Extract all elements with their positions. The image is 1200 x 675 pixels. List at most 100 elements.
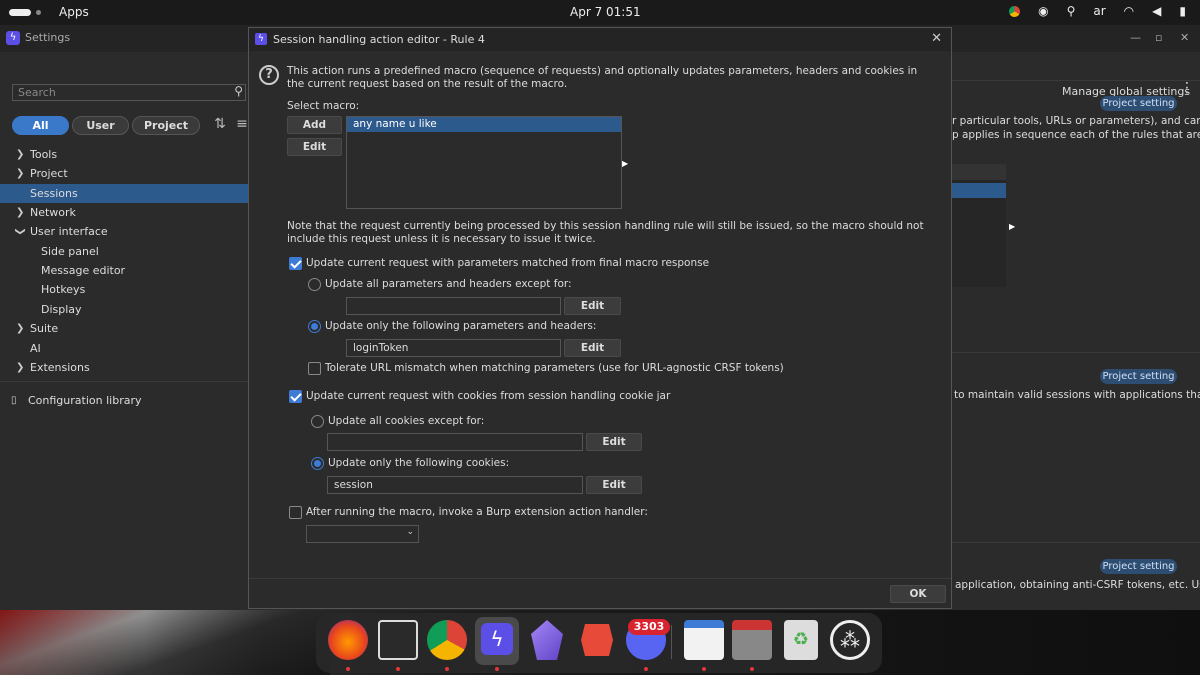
accessibility-icon[interactable]: ⚲ — [1067, 4, 1076, 18]
terminal-icon[interactable] — [378, 620, 418, 660]
trash-icon[interactable]: ♻ — [784, 620, 818, 660]
notification-badge: 3303 — [628, 619, 670, 635]
chrome-icon[interactable] — [427, 620, 467, 660]
update-params-label: Update current request with parameters m… — [306, 257, 710, 269]
tree-item-extensions[interactable]: ❯ Extensions — [0, 358, 248, 377]
chevron-right-icon: ❯ — [16, 323, 25, 334]
text-editor-icon[interactable] — [684, 620, 724, 660]
sidebar-divider — [0, 381, 248, 382]
chrome-icon[interactable] — [1009, 5, 1021, 17]
arrow-right-icon[interactable]: ▶ — [1009, 222, 1015, 231]
macro-note: Note that the request currently being pr… — [287, 220, 924, 245]
tree-item-side-panel[interactable]: Side panel — [0, 242, 248, 261]
extension-handler-checkbox[interactable] — [289, 506, 302, 519]
section-text: application, obtaining anti-CSRF tokens,… — [955, 579, 1200, 591]
cookies-only-radio[interactable] — [311, 457, 324, 470]
cookies-except-edit-button[interactable]: Edit — [586, 433, 642, 451]
params-except-edit-button[interactable]: Edit — [564, 297, 621, 315]
cookies-all-radio[interactable] — [311, 415, 324, 428]
update-params-checkbox[interactable] — [289, 257, 302, 270]
macro-list[interactable]: any name u like — [346, 116, 622, 209]
running-indicator — [495, 667, 499, 671]
tree-item-display[interactable]: Display — [0, 300, 248, 319]
burp-logo-icon: ϟ — [6, 31, 20, 45]
cookies-only-edit-button[interactable]: Edit — [586, 476, 642, 494]
search-icon[interactable]: ⚲ — [234, 84, 243, 99]
project-setting-badge: Project setting — [1100, 559, 1177, 574]
apps-button[interactable]: Apps — [59, 5, 89, 19]
configuration-library-link[interactable]: ▯ Configuration library — [0, 391, 248, 410]
tree-item-suite[interactable]: ❯ Suite — [0, 319, 248, 338]
wallpaper-art — [0, 610, 330, 675]
tree-item-network[interactable]: ❯ Network — [0, 203, 248, 222]
cookies-only-label: Update only the following cookies: — [328, 457, 510, 469]
rules-table[interactable] — [950, 164, 1006, 287]
running-indicator — [445, 667, 449, 671]
volume-icon[interactable]: ◀ — [1152, 4, 1161, 18]
tree-item-sessions[interactable]: Sessions — [0, 184, 248, 203]
dialog-description: This action runs a predefined macro (seq… — [287, 65, 918, 90]
list-item[interactable]: any name u like — [347, 117, 621, 132]
section-divider — [950, 352, 1200, 353]
discord-icon[interactable]: ◉ — [1038, 4, 1048, 18]
cookies-only-field[interactable]: session — [327, 476, 583, 494]
system-tray[interactable]: ◉ ⚲ ar ◠ ◀ ▮ — [1009, 4, 1186, 18]
cookies-except-field[interactable] — [327, 433, 583, 451]
tree-item-user-interface[interactable]: ❯ User interface — [0, 222, 248, 241]
section-text: p applies in sequence each of the rules … — [952, 129, 1200, 141]
more-options-icon[interactable]: ⋮ — [1180, 80, 1194, 96]
tree-item-message-editor[interactable]: Message editor — [0, 261, 248, 280]
search-input[interactable]: Search ⚲ — [12, 84, 246, 101]
table-row-selected[interactable] — [950, 183, 1006, 198]
scope-all-button[interactable]: All — [12, 116, 69, 135]
scope-user-button[interactable]: User — [72, 116, 129, 135]
dialog-titlebar: ϟ Session handling action editor - Rule … — [249, 28, 951, 51]
chevron-down-icon: ⌄ — [406, 527, 414, 537]
params-only-edit-button[interactable]: Edit — [564, 339, 621, 357]
params-except-field[interactable] — [346, 297, 561, 315]
update-cookies-label: Update current request with cookies from… — [306, 390, 671, 402]
extension-handler-label: After running the macro, invoke a Burp e… — [306, 506, 648, 518]
arrow-right-icon[interactable]: ▶ — [622, 159, 628, 168]
close-icon[interactable]: ✕ — [931, 31, 942, 46]
book-icon: ▯ — [11, 395, 17, 406]
firefox-icon[interactable] — [328, 620, 368, 660]
expand-all-icon[interactable]: ⇅ — [212, 116, 228, 134]
extension-handler-select[interactable]: ⌄ — [306, 525, 419, 543]
chevron-right-icon: ❯ — [16, 362, 25, 373]
clock[interactable]: Apr 7 01:51 — [570, 5, 641, 19]
keyboard-layout[interactable]: ar — [1093, 4, 1105, 18]
workspace-indicator[interactable] — [9, 9, 31, 16]
burp-suite-icon[interactable]: ϟ — [475, 617, 519, 665]
cookies-all-label: Update all cookies except for: — [328, 415, 485, 427]
help-icon[interactable]: ? — [259, 65, 279, 85]
edit-macro-button[interactable]: Edit — [287, 138, 342, 156]
tree-item-project[interactable]: ❯ Project — [0, 164, 248, 183]
xmind-icon[interactable] — [581, 624, 613, 656]
close-button[interactable]: ✕ — [1180, 31, 1189, 44]
params-only-radio[interactable] — [308, 320, 321, 333]
tree-item-tools[interactable]: ❯ Tools — [0, 145, 248, 164]
params-only-field[interactable]: loginToken — [346, 339, 561, 357]
show-apps-icon[interactable]: ⁂ — [830, 620, 870, 660]
maximize-button[interactable]: ▫ — [1155, 31, 1162, 44]
running-indicator — [396, 667, 400, 671]
files-icon[interactable] — [732, 620, 772, 660]
tolerate-url-checkbox[interactable] — [308, 362, 321, 375]
ok-button[interactable]: OK — [890, 585, 946, 603]
battery-icon[interactable]: ▮ — [1179, 4, 1186, 18]
workspace-dot[interactable] — [36, 10, 41, 15]
add-macro-button[interactable]: Add — [287, 116, 342, 134]
params-all-radio[interactable] — [308, 278, 321, 291]
section-text: to maintain valid sessions with applicat… — [954, 389, 1200, 401]
tree-item-hotkeys[interactable]: Hotkeys — [0, 280, 248, 299]
tree-item-ai[interactable]: AI — [0, 339, 248, 358]
update-cookies-checkbox[interactable] — [289, 390, 302, 403]
minimize-button[interactable]: — — [1130, 31, 1141, 44]
scope-project-button[interactable]: Project — [132, 116, 200, 135]
obsidian-icon[interactable] — [531, 620, 563, 660]
params-all-label: Update all parameters and headers except… — [325, 278, 572, 290]
params-only-label: Update only the following parameters and… — [325, 320, 597, 332]
wifi-icon[interactable]: ◠ — [1124, 4, 1134, 18]
dialog-title: Session handling action editor - Rule 4 — [273, 33, 485, 46]
